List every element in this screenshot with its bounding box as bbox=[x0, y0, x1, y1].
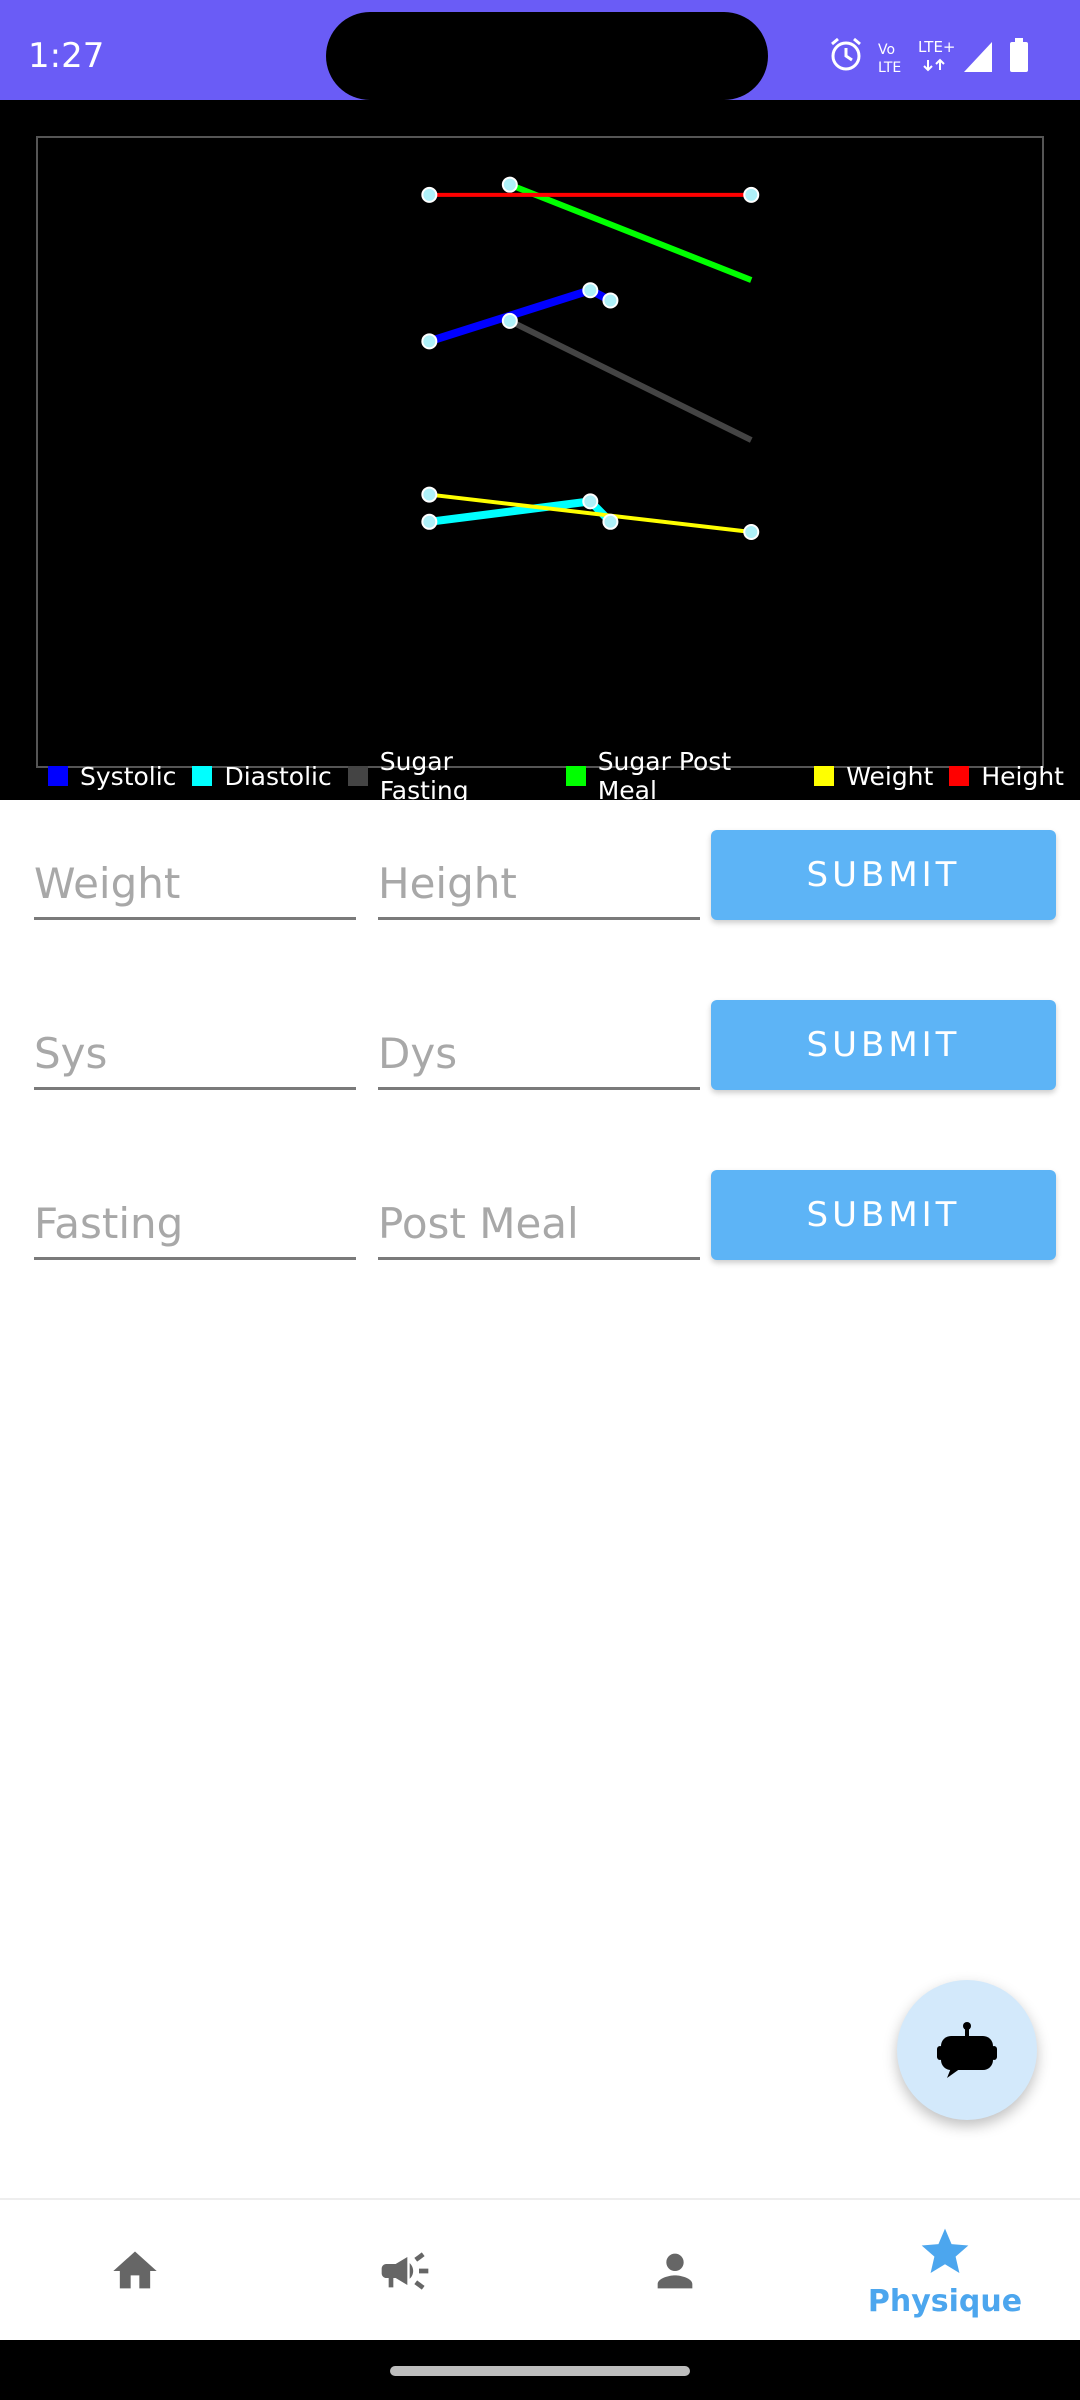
signal-icon bbox=[964, 42, 992, 72]
systolic-input[interactable] bbox=[34, 1010, 356, 1090]
legend-label: Weight bbox=[846, 761, 934, 791]
lte-text: LTE+ bbox=[918, 38, 956, 56]
lte-plus-icon: LTE+ bbox=[918, 38, 956, 72]
star-icon bbox=[921, 2228, 969, 2273]
legend-item-diastolic[interactable]: Diastolic bbox=[192, 761, 332, 791]
legend-item-weight[interactable]: Weight bbox=[814, 762, 933, 791]
legend-swatch bbox=[192, 766, 213, 786]
data-point-marker[interactable] bbox=[602, 513, 619, 530]
system-gesture-bar bbox=[0, 2340, 1080, 2400]
data-point-marker[interactable] bbox=[421, 486, 438, 503]
chatbot-icon bbox=[937, 2022, 997, 2078]
chart-canvas bbox=[36, 136, 1044, 768]
nav-physique[interactable]: Physique bbox=[810, 2200, 1080, 2342]
alarm-icon bbox=[831, 37, 861, 71]
camera-cutout bbox=[326, 12, 768, 100]
series-line-sugar-fasting bbox=[508, 318, 753, 443]
series-line-systolic bbox=[428, 286, 613, 346]
home-icon bbox=[113, 2251, 157, 2289]
legend-label: Sugar Post Meal bbox=[597, 747, 732, 805]
data-point-marker[interactable] bbox=[582, 493, 599, 510]
status-icons: Vo LTE LTE+ bbox=[824, 34, 1054, 78]
nav-profile[interactable] bbox=[540, 2200, 810, 2342]
person-icon bbox=[657, 2253, 693, 2289]
legend-label: Height bbox=[981, 761, 1064, 791]
volte-icon: Vo LTE bbox=[878, 42, 901, 76]
legend-swatch bbox=[347, 766, 368, 786]
legend-swatch bbox=[565, 766, 586, 786]
data-point-marker[interactable] bbox=[501, 176, 518, 193]
chart-frame bbox=[36, 136, 1044, 768]
status-bar: 1:27 Vo LTE LTE+ bbox=[0, 0, 1080, 100]
post-meal-input[interactable] bbox=[378, 1180, 700, 1260]
gesture-handle[interactable] bbox=[390, 2366, 690, 2376]
data-point-marker[interactable] bbox=[602, 292, 619, 309]
battery-icon bbox=[1010, 38, 1028, 72]
legend-label: Diastolic bbox=[224, 761, 332, 791]
blood-pressure-form: SUBMIT bbox=[34, 1000, 1056, 1120]
chart-legend: Systolic Diastolic Sugar Fasting Sugar Post… bbox=[48, 747, 1080, 805]
chatbot-button[interactable] bbox=[897, 1980, 1037, 2120]
submit-sugar-button[interactable]: SUBMIT bbox=[711, 1170, 1056, 1260]
bottom-navigation: Physique bbox=[0, 2198, 1080, 2342]
sugar-form: SUBMIT bbox=[34, 1170, 1056, 1290]
legend-item-systolic[interactable]: Systolic bbox=[48, 762, 176, 791]
legend-item-sugar-fasting[interactable]: Sugar Fasting bbox=[347, 747, 550, 805]
health-chart: Systolic Diastolic Sugar Fasting Sugar Post… bbox=[0, 100, 1080, 805]
submit-weight-height-button[interactable]: SUBMIT bbox=[711, 830, 1056, 920]
legend-label: Systolic bbox=[80, 761, 177, 791]
fasting-input[interactable] bbox=[34, 1180, 356, 1260]
volte-text-bottom: LTE bbox=[878, 60, 901, 76]
data-point-marker[interactable] bbox=[743, 186, 760, 203]
chart-series-group bbox=[428, 181, 753, 535]
megaphone-icon bbox=[381, 2252, 429, 2290]
series-line-sugar-post-meal bbox=[508, 181, 753, 283]
nav-announcements[interactable] bbox=[270, 2200, 540, 2342]
data-point-marker[interactable] bbox=[501, 312, 518, 329]
legend-swatch bbox=[949, 766, 970, 786]
legend-item-sugar-post-meal[interactable]: Sugar Post Meal bbox=[565, 747, 799, 805]
data-point-marker[interactable] bbox=[421, 186, 438, 203]
submit-blood-pressure-button[interactable]: SUBMIT bbox=[711, 1000, 1056, 1090]
volte-text-top: Vo bbox=[878, 42, 895, 58]
diastolic-input[interactable] bbox=[378, 1010, 700, 1090]
nav-physique-label: Physique bbox=[867, 2283, 1023, 2319]
legend-label: Sugar Fasting bbox=[379, 747, 469, 805]
height-input[interactable] bbox=[378, 840, 700, 920]
data-point-marker[interactable] bbox=[582, 282, 599, 299]
legend-swatch bbox=[48, 766, 68, 786]
weight-input[interactable] bbox=[34, 840, 356, 920]
data-point-marker[interactable] bbox=[421, 333, 438, 350]
nav-home[interactable] bbox=[0, 2200, 270, 2342]
legend-swatch bbox=[814, 766, 835, 786]
weight-height-form: SUBMIT bbox=[34, 830, 1056, 950]
data-point-marker[interactable] bbox=[421, 513, 438, 530]
data-point-marker[interactable] bbox=[743, 524, 760, 541]
status-time: 1:27 bbox=[28, 36, 105, 76]
legend-item-height[interactable]: Height bbox=[949, 762, 1064, 791]
